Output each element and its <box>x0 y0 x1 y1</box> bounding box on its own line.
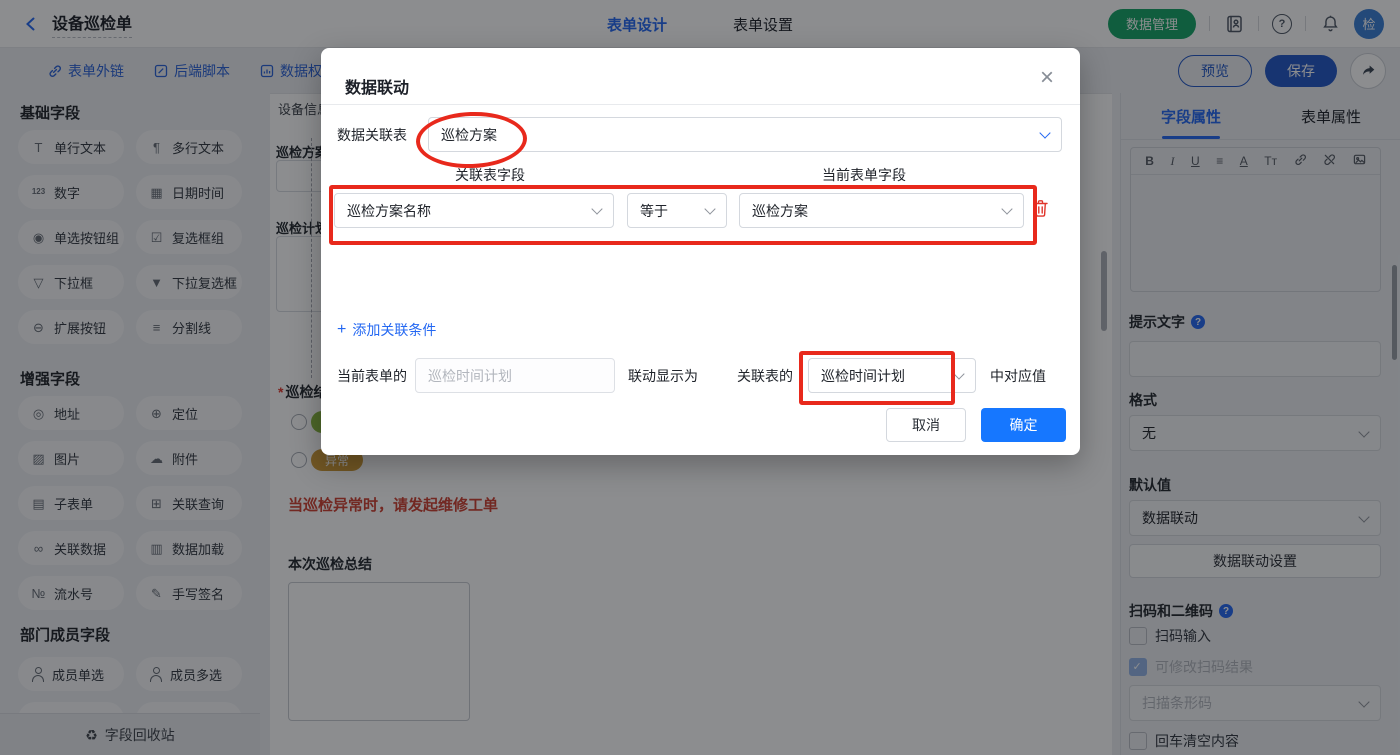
linked-table-field-select[interactable]: 巡检时间计划 <box>808 358 976 393</box>
condition-linked-field-select[interactable]: 巡检方案名称 <box>334 193 614 228</box>
link-table-label: 数据关联表 <box>337 126 407 143</box>
current-form-field-input[interactable]: 巡检时间计划 <box>415 358 615 393</box>
confirm-button[interactable]: 确定 <box>981 408 1066 442</box>
corresponding-value-label: 中对应值 <box>990 367 1046 384</box>
condition-operator-select[interactable]: 等于 <box>627 193 727 228</box>
add-condition-link[interactable]: + 添加关联条件 <box>337 320 436 340</box>
close-icon[interactable]: × <box>1040 66 1054 90</box>
condition-current-field-select[interactable]: 巡检方案 <box>739 193 1024 228</box>
data-linkage-modal: 数据联动 × 数据关联表 巡检方案 关联表字段 当前表单字段 巡检方案名称 等于… <box>321 48 1080 455</box>
delete-condition-trash-icon[interactable] <box>1032 199 1049 223</box>
modal-title: 数据联动 <box>345 80 410 97</box>
modal-header-divider <box>321 104 1080 105</box>
chevron-down-icon <box>953 368 965 380</box>
chevron-down-icon <box>1039 127 1051 139</box>
display-as-label: 联动显示为 <box>628 367 698 384</box>
chevron-down-icon <box>704 203 716 215</box>
cancel-button[interactable]: 取消 <box>886 408 966 442</box>
linked-table-prefix-label: 关联表的 <box>737 367 793 384</box>
column-header-linked-field: 关联表字段 <box>455 167 525 183</box>
column-header-current-field: 当前表单字段 <box>822 167 906 183</box>
link-table-select[interactable]: 巡检方案 <box>428 117 1062 152</box>
chevron-down-icon <box>591 203 603 215</box>
chevron-down-icon <box>1001 203 1013 215</box>
plus-icon: + <box>337 321 347 338</box>
form-designer-app: 设备巡检单 表单设计 表单设置 数据管理 ? 检 表单外链 后端脚本 数据权限 … <box>0 0 1400 755</box>
current-form-prefix-label: 当前表单的 <box>337 367 407 384</box>
